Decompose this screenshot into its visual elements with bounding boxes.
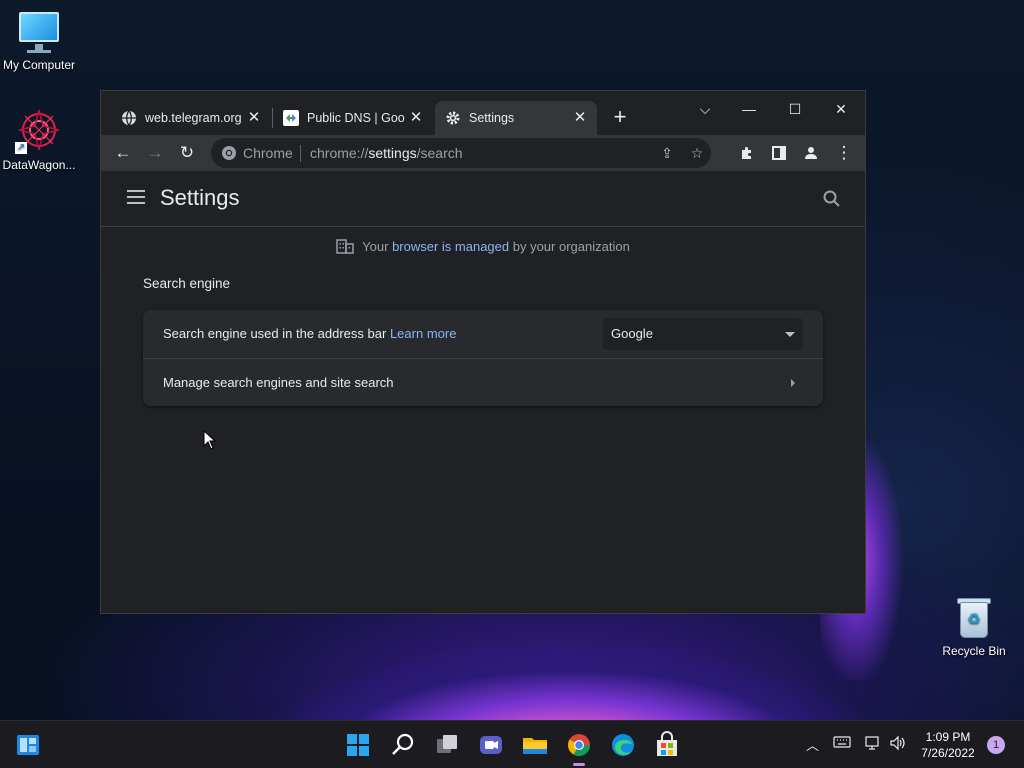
tab-telegram[interactable]: web.telegram.org ✕ — [111, 101, 271, 135]
tab-close-icon[interactable]: ✕ — [407, 109, 425, 127]
teams-chat-icon[interactable] — [475, 729, 507, 761]
reload-button[interactable]: ↻ — [173, 139, 201, 167]
search-engine-row: Search engine used in the address bar Le… — [143, 310, 823, 358]
desktop-icon-label: My Computer — [2, 58, 76, 72]
profile-avatar-icon[interactable] — [797, 139, 825, 167]
chrome-logo-icon — [219, 143, 239, 163]
address-bar[interactable]: Chrome chrome://settings/search ⇪ ☆ — [211, 138, 711, 168]
back-button[interactable]: ← — [109, 139, 137, 167]
extensions-puzzle-icon[interactable] — [733, 139, 761, 167]
mouse-cursor-icon — [203, 430, 217, 450]
bookmark-star-icon[interactable]: ☆ — [687, 143, 707, 163]
close-window-button[interactable]: ✕ — [819, 95, 863, 123]
hamburger-menu-icon[interactable] — [127, 190, 145, 206]
managed-notice: Your browser is managed by your organiza… — [101, 238, 865, 257]
network-icon[interactable] — [864, 735, 882, 754]
keyboard-icon[interactable] — [833, 735, 851, 752]
search-engine-select[interactable]: Google — [603, 318, 803, 350]
volume-icon[interactable] — [889, 735, 907, 754]
desktop-icon-recycle-bin[interactable]: ♻ Recycle Bin — [932, 596, 1016, 658]
forward-button[interactable]: → — [141, 139, 169, 167]
building-icon — [336, 238, 354, 257]
start-windows-icon[interactable] — [342, 729, 374, 761]
tray-chevron-up-icon[interactable]: ︿ — [806, 735, 819, 754]
tab-title: Settings — [469, 111, 515, 125]
maximize-button[interactable]: ☐ — [773, 95, 817, 123]
monitor-icon — [17, 10, 61, 54]
edge-icon[interactable] — [607, 729, 639, 761]
share-icon[interactable]: ⇪ — [657, 143, 677, 163]
chrome-taskbar-icon[interactable] — [563, 729, 595, 766]
dropdown-caret-icon — [785, 332, 795, 337]
tab-public-dns[interactable]: Public DNS | Goo ✕ — [273, 101, 433, 135]
omnibox-divider — [300, 145, 301, 162]
settings-header: Settings — [101, 171, 865, 227]
desktop-icon-datawagon[interactable]: ↗ DataWagon... — [0, 106, 81, 172]
url-text: chrome://settings/search — [310, 145, 463, 161]
datawagon-app-icon: ↗ — [15, 106, 63, 154]
manage-search-engines-label: Manage search engines and site search — [163, 375, 394, 390]
search-icon[interactable] — [821, 188, 843, 210]
shortcut-arrow-icon: ↗ — [15, 142, 27, 154]
desktop-icon-label: Recycle Bin — [942, 644, 1006, 658]
site-label: Chrome — [243, 145, 293, 161]
clock-date: 7/26/2022 — [921, 746, 975, 760]
recycle-bin-icon: ♻ — [954, 596, 994, 640]
learn-more-link[interactable]: Learn more — [390, 326, 456, 341]
new-tab-button[interactable]: + — [607, 105, 633, 131]
browser-window: web.telegram.org ✕ Public DNS | Goo ✕ Se… — [100, 90, 866, 614]
desktop-icon-my-computer[interactable]: My Computer — [0, 10, 81, 72]
widgets-icon[interactable] — [12, 729, 44, 761]
taskbar: ︿ 1:09 PM 7/26/2022 1 — [0, 720, 1024, 768]
minimize-button[interactable]: — — [727, 95, 771, 123]
search-icon[interactable] — [387, 729, 419, 761]
task-view-icon[interactable] — [431, 729, 463, 761]
microsoft-store-icon[interactable] — [651, 729, 683, 761]
search-engine-label: Search engine used in the address bar Le… — [163, 326, 457, 341]
select-value: Google — [611, 326, 653, 341]
tab-title: web.telegram.org — [145, 111, 242, 125]
file-explorer-icon[interactable] — [519, 729, 551, 761]
tab-strip: web.telegram.org ✕ Public DNS | Goo ✕ Se… — [101, 91, 865, 135]
manage-search-engines-row[interactable]: Manage search engines and site search — [143, 358, 823, 406]
section-title: Search engine — [143, 276, 231, 291]
tab-title: Public DNS | Goo — [307, 111, 405, 125]
notification-badge[interactable]: 1 — [987, 736, 1005, 754]
tab-search-chevron-icon[interactable]: ⌵ — [683, 95, 727, 123]
globe-icon — [121, 110, 137, 126]
desktop-icon-label: DataWagon... — [2, 158, 76, 172]
tab-close-icon[interactable]: ✕ — [245, 109, 263, 127]
google-dns-icon — [283, 110, 299, 126]
tab-settings[interactable]: Settings ✕ — [435, 101, 597, 135]
taskbar-clock[interactable]: 1:09 PM 7/26/2022 — [918, 729, 978, 761]
browser-toolbar: ← → ↻ Chrome chrome://settings/search ⇪ … — [101, 135, 865, 171]
tab-close-icon[interactable]: ✕ — [571, 109, 589, 127]
browser-menu-icon[interactable]: ⋮ — [830, 139, 858, 167]
managed-link[interactable]: browser is managed — [392, 239, 509, 254]
search-engine-card: Search engine used in the address bar Le… — [143, 310, 823, 406]
side-panel-icon[interactable] — [765, 139, 793, 167]
clock-time: 1:09 PM — [925, 730, 971, 744]
gear-icon — [445, 110, 461, 126]
page-title: Settings — [160, 185, 240, 210]
chevron-right-icon — [791, 379, 795, 387]
